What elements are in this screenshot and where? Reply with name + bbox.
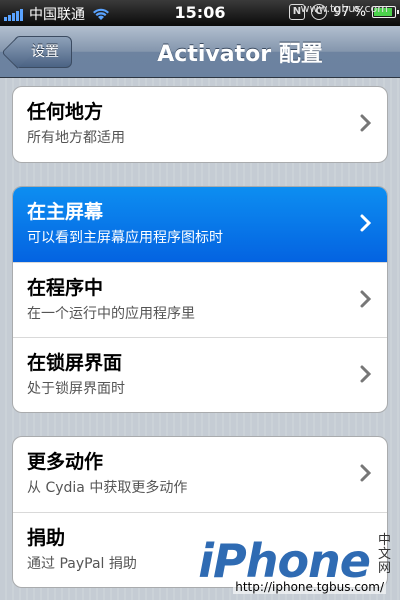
cell-title: 在锁屏界面	[27, 352, 123, 374]
cell-lockscreen[interactable]: 在锁屏界面 处于锁屏界面时	[13, 337, 387, 412]
cell-subtitle: 从 Cydia 中获取更多动作	[27, 480, 188, 496]
chevron-right-icon	[360, 464, 372, 482]
cell-subtitle: 所有地方都适用	[27, 130, 125, 146]
cell-title: 任何地方	[27, 101, 104, 123]
cell-homescreen[interactable]: 在主屏幕 可以看到主屏幕应用程序图标时	[13, 187, 387, 262]
watermark-url: http://iphone.tgbus.com/	[233, 580, 386, 594]
cell-subtitle: 在一个运行中的应用程序里	[27, 306, 195, 322]
cell-subtitle: 处于锁屏界面时	[27, 381, 125, 397]
chevron-right-icon	[360, 290, 372, 308]
cell-in-app[interactable]: 在程序中 在一个运行中的应用程序里	[13, 262, 387, 337]
chevron-right-icon	[360, 114, 372, 132]
cell-title: 在主屏幕	[27, 201, 104, 223]
watermark-cn: 中文网	[378, 533, 392, 576]
back-button[interactable]: 设置	[14, 36, 72, 68]
navigation-bar: 设置 Activator 配置	[0, 26, 400, 78]
group-anywhere: 任何地方 所有地方都适用	[12, 86, 388, 163]
group-contexts: 在主屏幕 可以看到主屏幕应用程序图标时 在程序中 在一个运行中的应用程序里 在锁…	[12, 186, 388, 413]
cell-title: 在程序中	[27, 277, 104, 299]
cell-title: 更多动作	[27, 451, 104, 473]
cell-anywhere[interactable]: 任何地方 所有地方都适用	[13, 87, 387, 162]
cell-more-actions[interactable]: 更多动作 从 Cydia 中获取更多动作	[13, 437, 387, 512]
chevron-right-icon	[360, 214, 372, 232]
watermark: iPhone 中文网 http://iphone.tgbus.com/	[198, 533, 392, 596]
chevron-right-icon	[360, 365, 372, 383]
watermark-top-text: www.tgbus.com	[300, 2, 388, 15]
back-button-label: 设置	[31, 44, 59, 60]
cell-subtitle: 可以看到主屏幕应用程序图标时	[27, 230, 223, 246]
page-title: Activator 配置	[157, 42, 323, 67]
